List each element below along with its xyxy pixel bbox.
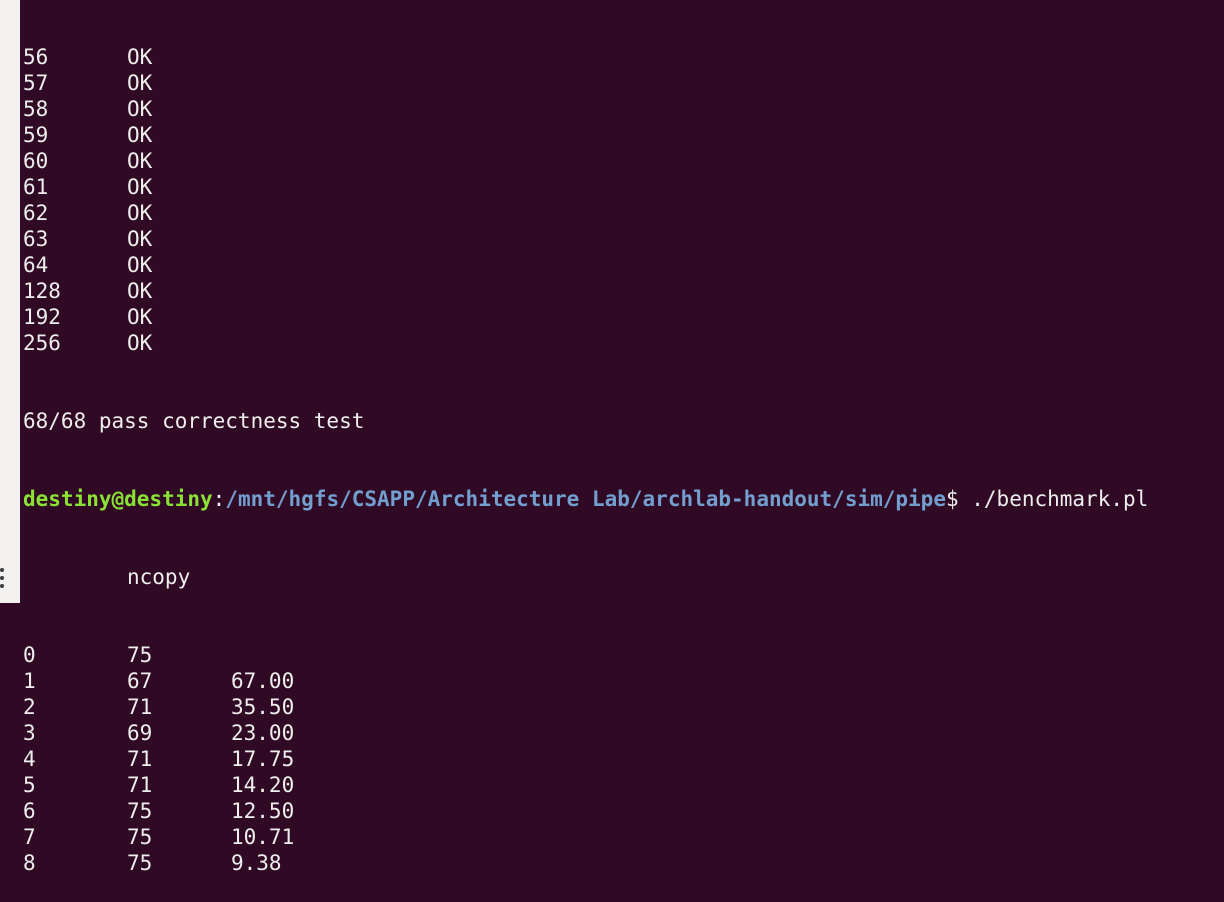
bench-row-cpe: 23.00: [231, 721, 295, 745]
ok-row: 128 OK: [23, 278, 1213, 304]
bench-header-line: ncopy: [23, 564, 1213, 590]
ok-row-status: OK: [127, 123, 153, 147]
ok-row-status: OK: [127, 71, 153, 95]
bench-row: 8 75 9.38: [23, 850, 1213, 876]
bench-row-cpe: 9.38: [231, 851, 282, 875]
bench-row-cycles: 75: [127, 799, 153, 823]
ok-row-n: 58: [23, 97, 49, 121]
bench-row-cycles: 67: [127, 669, 153, 693]
bench-row-cycles: 71: [127, 747, 153, 771]
ok-row: 64 OK: [23, 252, 1213, 278]
ok-row-status: OK: [127, 305, 153, 329]
ok-row-n: 57: [23, 71, 49, 95]
ok-row: 58 OK: [23, 96, 1213, 122]
bench-row-cpe: 35.50: [231, 695, 295, 719]
summary-line: 68/68 pass correctness test: [23, 408, 1213, 434]
ok-row-status: OK: [127, 253, 153, 277]
ok-row-status: OK: [127, 331, 153, 355]
bench-row-cycles: 71: [127, 773, 153, 797]
bench-row: 5 71 14.20: [23, 772, 1213, 798]
ok-row-status: OK: [127, 97, 153, 121]
terminal-output[interactable]: 56 OK 57 OK 58 OK 59 OK 60 OK 61 OK 62 OK 63 OK 64 OK 128 O…: [23, 0, 1213, 902]
prompt-line: destiny@destiny:/mnt/hgfs/CSAPP/Architec…: [23, 486, 1213, 512]
launcher-dots-icon: [0, 568, 8, 588]
bench-row-n: 5: [23, 773, 36, 797]
bench-row-n: 0: [23, 643, 36, 667]
bench-row-cpe: 67.00: [231, 669, 295, 693]
ok-row-n: 61: [23, 175, 49, 199]
benchmark-list: 0 75 1 67 67.00 2 71 35.50 3 69 23.00 4 71 17.75 5 71 14…: [23, 642, 1213, 876]
bench-row-n: 8: [23, 851, 36, 875]
ok-row-n: 60: [23, 149, 49, 173]
ok-row: 57 OK: [23, 70, 1213, 96]
bench-row-cycles: 71: [127, 695, 153, 719]
ok-row: 62 OK: [23, 200, 1213, 226]
ok-row-status: OK: [127, 279, 153, 303]
ok-row-n: 59: [23, 123, 49, 147]
ok-row: 61 OK: [23, 174, 1213, 200]
ok-row: 63 OK: [23, 226, 1213, 252]
bench-row: 6 75 12.50: [23, 798, 1213, 824]
ok-row-status: OK: [127, 175, 153, 199]
bench-header: ncopy: [127, 565, 191, 589]
ok-row-status: OK: [127, 227, 153, 251]
bench-row-n: 7: [23, 825, 36, 849]
prompt-path: /mnt/hgfs/CSAPP/Architecture Lab/archlab…: [225, 487, 946, 511]
bench-row-n: 2: [23, 695, 36, 719]
ok-row-n: 256: [23, 331, 61, 355]
ok-row-status: OK: [127, 149, 153, 173]
summary-text: 68/68 pass correctness test: [23, 409, 365, 433]
bench-row: 0 75: [23, 642, 1213, 668]
ok-row-n: 56: [23, 45, 49, 69]
bench-row-cycles: 75: [127, 851, 153, 875]
prompt-dollar: $: [945, 487, 972, 511]
prompt-user: destiny@destiny: [23, 487, 213, 511]
bench-row: 1 67 67.00: [23, 668, 1213, 694]
prompt-command: ./benchmark.pl: [971, 487, 1149, 511]
bench-row-n: 1: [23, 669, 36, 693]
bench-row-cpe: 17.75: [231, 747, 295, 771]
bench-row-n: 6: [23, 799, 36, 823]
ok-row-n: 64: [23, 253, 49, 277]
bench-row-n: 4: [23, 747, 36, 771]
bench-row: 2 71 35.50: [23, 694, 1213, 720]
bench-row: 7 75 10.71: [23, 824, 1213, 850]
ok-row: 60 OK: [23, 148, 1213, 174]
ok-row-n: 62: [23, 201, 49, 225]
bench-row-cycles: 69: [127, 721, 153, 745]
ok-row: 59 OK: [23, 122, 1213, 148]
correctness-list: 56 OK 57 OK 58 OK 59 OK 60 OK 61 OK 62 OK 63 OK 64 OK 128 O…: [23, 44, 1213, 356]
ok-row: 192 OK: [23, 304, 1213, 330]
bench-row-cpe: 10.71: [231, 825, 295, 849]
ok-row-n: 63: [23, 227, 49, 251]
ok-row-status: OK: [127, 45, 153, 69]
ok-row-n: 128: [23, 279, 61, 303]
bench-row-cpe: 12.50: [231, 799, 295, 823]
bench-row-n: 3: [23, 721, 36, 745]
launcher-strip: [0, 0, 20, 603]
ok-row: 256 OK: [23, 330, 1213, 356]
bench-row-cycles: 75: [127, 643, 153, 667]
ok-row-n: 192: [23, 305, 61, 329]
bench-row-cpe: 14.20: [231, 773, 295, 797]
ok-row-status: OK: [127, 201, 153, 225]
prompt-separator: :: [212, 487, 226, 511]
ok-row: 56 OK: [23, 44, 1213, 70]
bench-row: 3 69 23.00: [23, 720, 1213, 746]
bench-row-cycles: 75: [127, 825, 153, 849]
bench-row: 4 71 17.75: [23, 746, 1213, 772]
